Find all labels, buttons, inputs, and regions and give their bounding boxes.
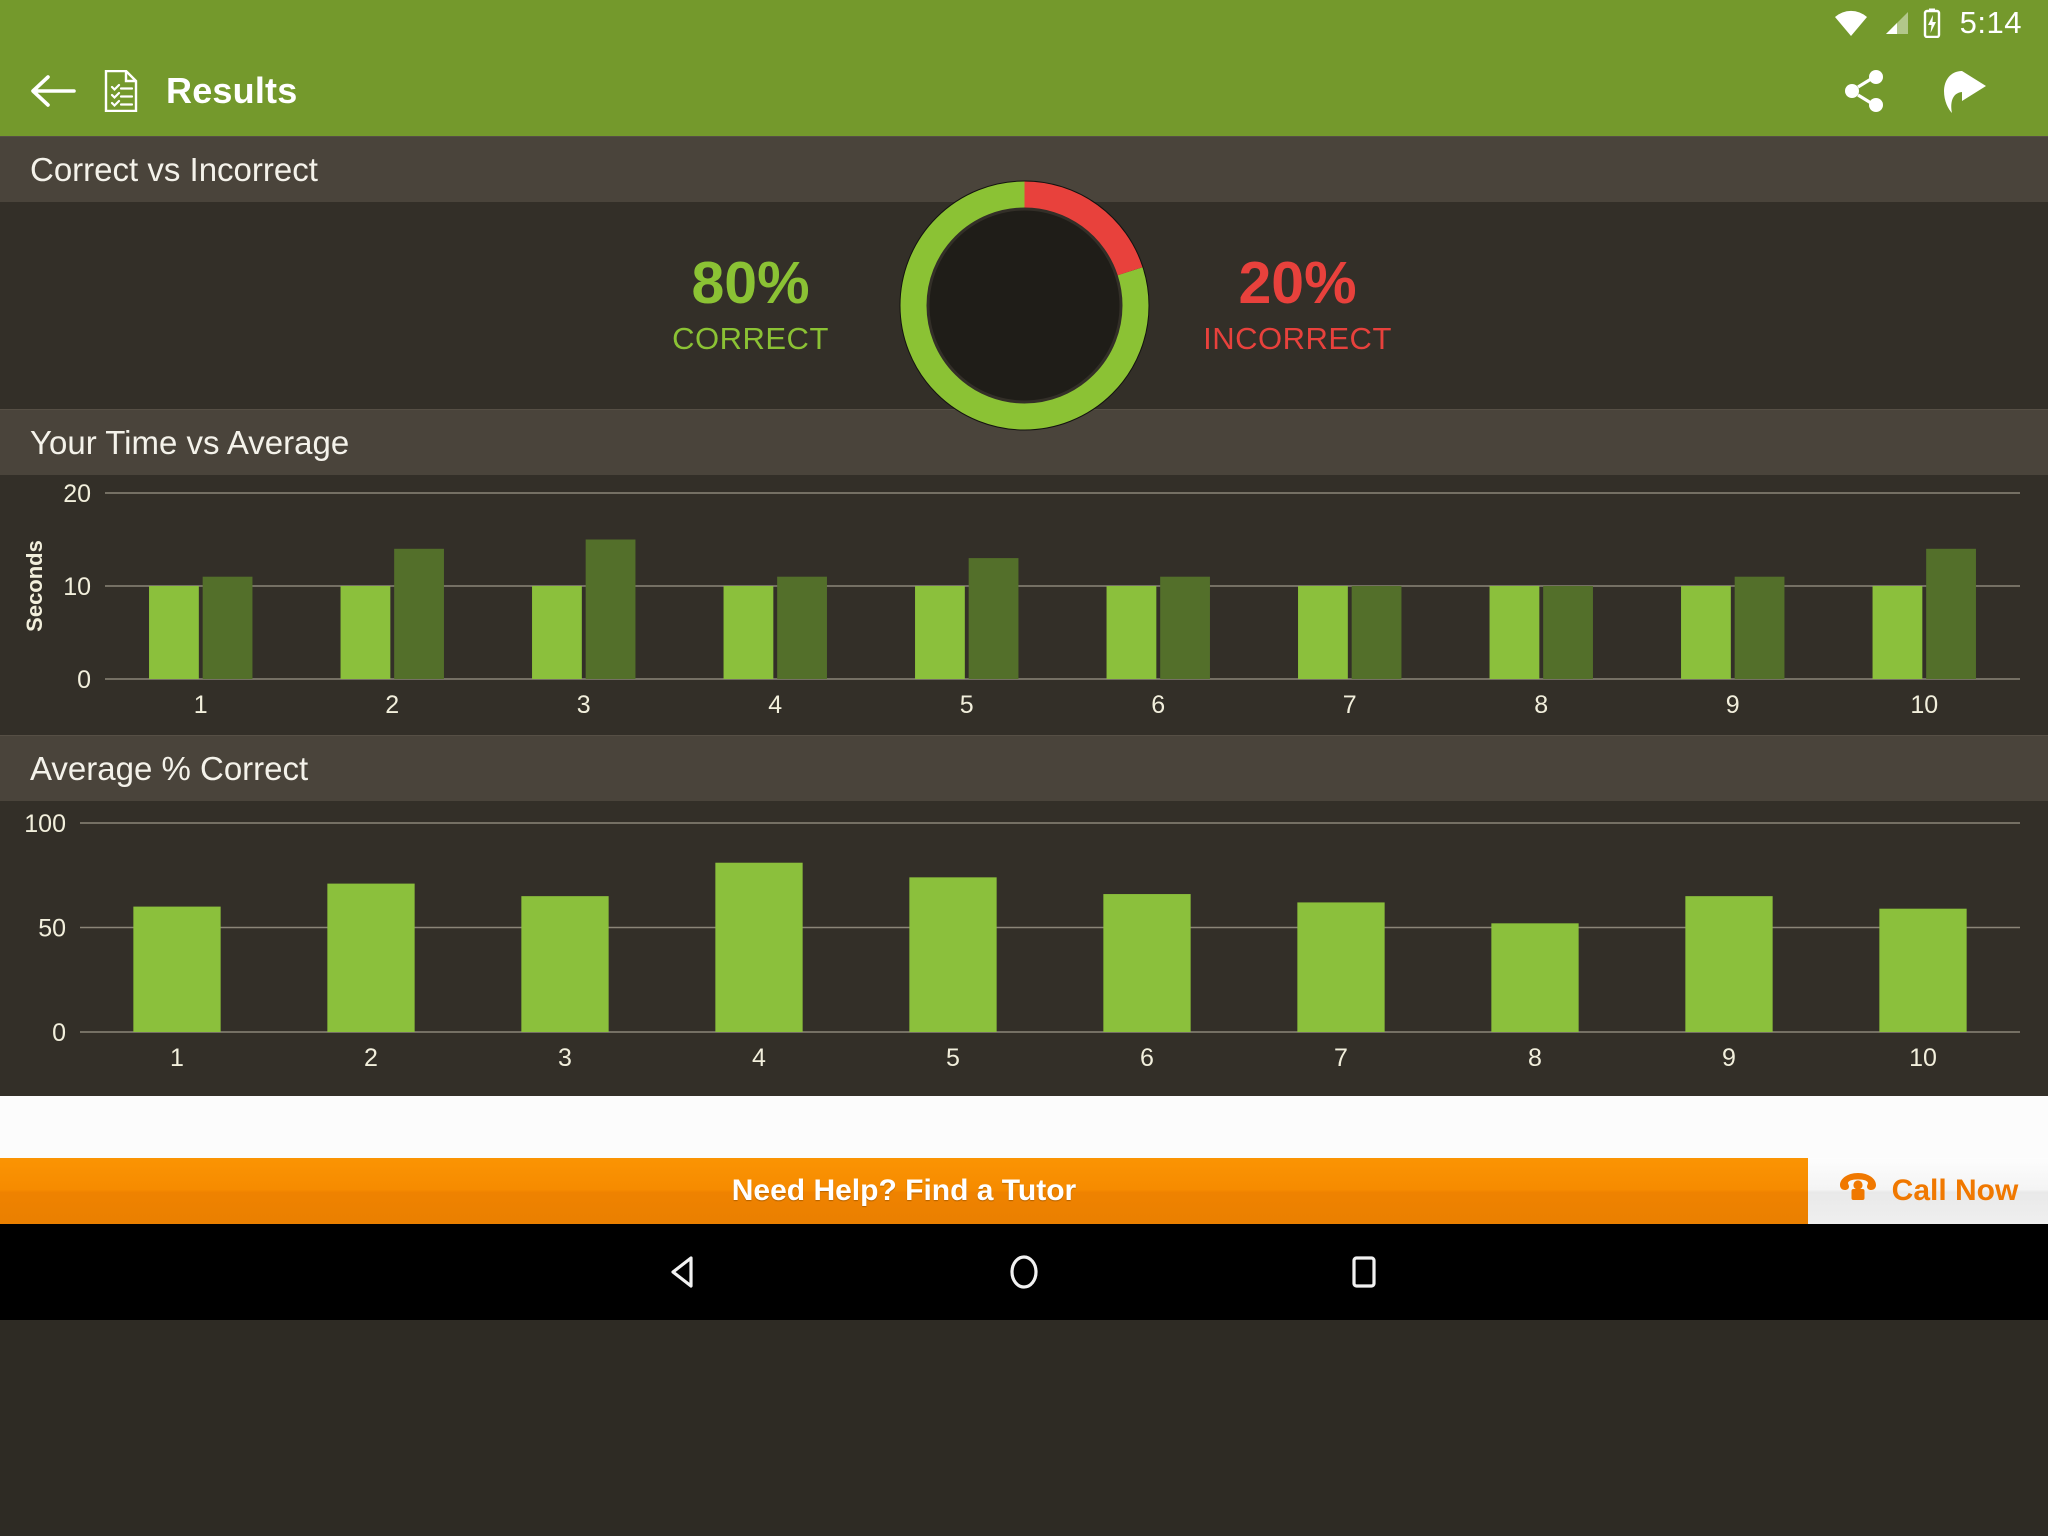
- incorrect-label: INCORRECT: [1203, 321, 1392, 356]
- bar: [521, 896, 609, 1032]
- share-icon[interactable]: [1842, 68, 1888, 114]
- x-axis-tick-label: 1: [170, 1044, 184, 1072]
- average-correct-chart: 0 50 100 1 2 3 4 5 6 7 8 9 10: [0, 801, 2048, 1096]
- bar: [340, 586, 391, 679]
- section-header-average-correct: Average % Correct: [0, 735, 2048, 801]
- bar: [1543, 586, 1593, 679]
- y-axis-tick-label: 100: [24, 810, 66, 838]
- bar: [202, 576, 253, 679]
- correct-incorrect-donut-chart: [897, 178, 1152, 433]
- bar: [1685, 896, 1773, 1032]
- correct-incorrect-panel: 80% CORRECT 20% INCORRECT: [0, 180, 2048, 431]
- x-axis-tick-label: 10: [1909, 1044, 1937, 1072]
- back-arrow-icon[interactable]: [30, 73, 76, 109]
- wifi-icon: [1834, 10, 1868, 36]
- nav-recents-icon[interactable]: [1324, 1232, 1404, 1312]
- tutor-banner-message: Need Help? Find a Tutor: [731, 1174, 1077, 1207]
- find-tutor-button[interactable]: Need Help? Find a Tutor: [0, 1158, 1808, 1224]
- cellular-signal-icon: [1880, 10, 1910, 36]
- y-axis-tick-label: 0: [52, 1019, 66, 1047]
- app-bar: Results: [0, 46, 2048, 136]
- bar: [149, 586, 199, 679]
- bar: [715, 862, 803, 1032]
- y-axis-tick-label: 0: [77, 666, 91, 694]
- bar: [133, 906, 221, 1032]
- section-title: Correct vs Incorrect: [30, 150, 318, 188]
- bar: [1879, 908, 1967, 1032]
- y-axis-tick-label: 10: [63, 573, 91, 601]
- correct-label: CORRECT: [672, 321, 829, 356]
- bar: [1351, 586, 1402, 679]
- results-document-icon: [104, 70, 138, 112]
- status-bar: 5:14: [0, 0, 2048, 46]
- correct-percent: 80%: [691, 250, 810, 316]
- x-axis-tick-label: 5: [960, 691, 974, 719]
- bar: [585, 539, 636, 679]
- time-vs-average-chart: Seconds 0 10 20 1 2 3 4 5 6 7 8 9 10: [0, 475, 2048, 735]
- x-axis-tick-label: 9: [1726, 691, 1740, 719]
- bar: [968, 558, 1019, 679]
- page-title: Results: [166, 70, 298, 111]
- next-arrow-icon[interactable]: [1940, 65, 1992, 117]
- bar: [327, 883, 415, 1032]
- x-axis-tick-label: 2: [385, 691, 399, 719]
- content-bottom-gap: [0, 1096, 2048, 1158]
- bar: [1491, 923, 1579, 1032]
- status-bar-clock: 5:14: [1959, 5, 2022, 40]
- tutor-banner: Need Help? Find a Tutor Call Now: [0, 1158, 2048, 1224]
- x-axis-tick-label: 5: [946, 1044, 960, 1072]
- bar: [1160, 576, 1210, 679]
- x-axis-tick-label: 3: [577, 691, 591, 719]
- section-title: Average % Correct: [30, 749, 309, 787]
- incorrect-percent: 20%: [1238, 250, 1357, 316]
- x-axis-tick-label: 6: [1140, 1044, 1154, 1072]
- nav-back-icon[interactable]: [644, 1232, 724, 1312]
- x-axis-tick-label: 8: [1534, 691, 1548, 719]
- call-now-label: Call Now: [1891, 1174, 2019, 1207]
- bar: [1734, 576, 1785, 679]
- bar: [723, 586, 774, 679]
- battery-charging-icon: [1922, 8, 1942, 38]
- x-axis-tick-label: 7: [1334, 1044, 1348, 1072]
- bar: [1103, 894, 1191, 1032]
- y-axis-label: Seconds: [22, 540, 47, 632]
- bar: [532, 586, 582, 679]
- bar: [1297, 902, 1385, 1032]
- x-axis-tick-label: 10: [1910, 691, 1938, 719]
- incorrect-stat: 20% INCORRECT: [1178, 254, 1418, 357]
- bar: [1106, 586, 1157, 679]
- bar: [915, 586, 965, 679]
- nav-home-icon[interactable]: [984, 1232, 1064, 1312]
- y-axis-tick-label: 20: [63, 480, 91, 508]
- x-axis-tick-label: 1: [194, 691, 208, 719]
- bar: [1298, 586, 1348, 679]
- x-axis-tick-label: 7: [1343, 691, 1357, 719]
- android-nav-bar: [0, 1224, 2048, 1320]
- x-axis-tick-label: 4: [768, 691, 782, 719]
- bar: [1489, 586, 1540, 679]
- bar: [1681, 586, 1731, 679]
- bar: [1872, 586, 1923, 679]
- correct-stat: 80% CORRECT: [631, 254, 871, 357]
- x-axis-tick-label: 8: [1528, 1044, 1542, 1072]
- y-axis-tick-label: 50: [38, 915, 66, 943]
- section-title: Your Time vs Average: [30, 423, 350, 461]
- x-axis-tick-label: 4: [752, 1044, 766, 1072]
- bar: [1926, 548, 1976, 679]
- phone-icon: [1838, 1171, 1878, 1211]
- bar: [777, 576, 827, 679]
- bar: [909, 877, 997, 1032]
- call-now-button[interactable]: Call Now: [1808, 1158, 2048, 1224]
- x-axis-tick-label: 9: [1722, 1044, 1736, 1072]
- x-axis-tick-label: 3: [558, 1044, 572, 1072]
- x-axis-tick-label: 6: [1151, 691, 1165, 719]
- app-root: 5:14 Results Correct vs Incorrect 80% CO…: [0, 0, 2048, 1536]
- bar: [394, 548, 444, 679]
- x-axis-tick-label: 2: [364, 1044, 378, 1072]
